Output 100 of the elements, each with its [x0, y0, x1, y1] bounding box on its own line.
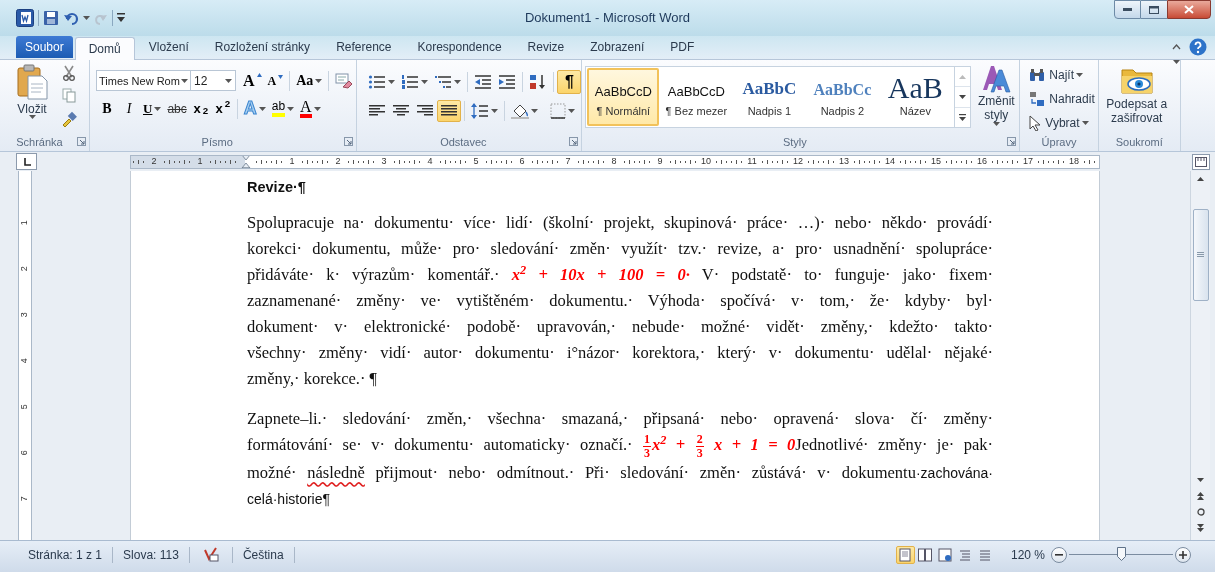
- highlight-button[interactable]: ab: [268, 97, 298, 120]
- word-count[interactable]: Slova: 113: [119, 545, 183, 564]
- caret-icon: [421, 79, 429, 84]
- font-name-field[interactable]: Times New Rom: [96, 70, 191, 92]
- sup-button[interactable]: x$^{2}$: [211, 97, 234, 120]
- page-count[interactable]: Stránka: 1 z 1: [24, 545, 107, 564]
- font-color-button[interactable]: A: [297, 97, 324, 120]
- sub-button[interactable]: x$_{2}$: [189, 97, 212, 120]
- ruler-number: 17: [1023, 155, 1033, 168]
- view-button[interactable]: [935, 545, 955, 564]
- ribbon-tab[interactable]: Revize: [515, 35, 577, 59]
- scroll-thumb[interactable]: [1192, 209, 1209, 302]
- caret-icon: [154, 106, 162, 111]
- ribbon-tab[interactable]: Domů: [74, 36, 135, 60]
- line-spacing-icon: [471, 102, 490, 119]
- change-styles-button[interactable]: Změnit styly: [973, 63, 1020, 134]
- text-run: formátování· se· v· dokumentu· automaticky· označí.·: [247, 435, 634, 455]
- multilevel-list-icon: [434, 73, 453, 90]
- group-label: Styly: [781, 134, 808, 150]
- zoom-slider-thumb[interactable]: [1117, 546, 1126, 561]
- zoom-level[interactable]: 120 %: [1008, 545, 1047, 564]
- minimize-icon: [1123, 8, 1132, 11]
- show-formatting-marks-button[interactable]: ¶: [557, 69, 582, 94]
- close-button[interactable]: [1167, 0, 1211, 19]
- font-size-field[interactable]: 12: [191, 70, 236, 92]
- dialog-launcher-icon[interactable]: [569, 137, 579, 147]
- double-down-arrow-icon: [1197, 524, 1204, 533]
- increase-indent-icon: [498, 73, 517, 90]
- help-icon[interactable]: [1189, 38, 1207, 57]
- sign-encrypt-button[interactable]: Podepsat a zašifrovat: [1100, 63, 1173, 134]
- maximize-icon: [1149, 5, 1159, 14]
- minimize-button[interactable]: [1114, 0, 1141, 19]
- caret-icon: [491, 108, 499, 113]
- circle-icon: [1196, 508, 1205, 517]
- align-left-icon: [368, 102, 387, 119]
- align-justify-button[interactable]: [437, 99, 462, 122]
- ruler-number: 11: [747, 155, 757, 168]
- style-item[interactable]: AaBbCc Nadpis 2: [806, 67, 879, 126]
- caret-icon: [1076, 72, 1084, 77]
- style-item[interactable]: AaB Název: [879, 67, 952, 126]
- word-icon[interactable]: [16, 8, 34, 27]
- view-ruler-button[interactable]: [1192, 153, 1210, 170]
- up-arrow-icon: [1197, 177, 1204, 182]
- dialog-launcher-icon[interactable]: [77, 137, 86, 147]
- bold-button[interactable]: B: [96, 97, 118, 120]
- fraction-numerator: 2: [695, 433, 704, 447]
- zoom-in-button[interactable]: [1175, 546, 1191, 563]
- select-button[interactable]: Vybrat: [1026, 111, 1098, 134]
- web-layout-icon: [938, 547, 953, 562]
- italic-button[interactable]: I: [118, 97, 140, 120]
- tab-selector-button[interactable]: [16, 153, 37, 170]
- ribbon-tab[interactable]: Vložení: [136, 35, 201, 59]
- grow-font-button[interactable]: A: [240, 69, 265, 92]
- save-icon[interactable]: [43, 9, 59, 26]
- caret-icon: [315, 78, 323, 83]
- find-button[interactable]: Najít: [1026, 63, 1098, 86]
- ribbon-tab[interactable]: Rozložení stránky: [202, 35, 323, 59]
- style-item[interactable]: AaBbC Nadpis 1: [733, 67, 806, 126]
- ribbon-tab[interactable]: PDF: [658, 35, 707, 59]
- eraser-icon: [335, 72, 354, 89]
- ruler-number: 7: [19, 495, 31, 501]
- maximize-button[interactable]: [1141, 0, 1167, 19]
- fraction-denominator: 3: [643, 446, 651, 461]
- ruler-number: 16: [977, 155, 987, 168]
- ruler-number: 12: [793, 155, 803, 168]
- dialog-launcher-icon[interactable]: [1007, 137, 1017, 147]
- caret-icon: [28, 114, 36, 119]
- customize-toolbar-icon[interactable]: [117, 13, 125, 23]
- replace-button[interactable]: Nahradit: [1026, 87, 1098, 110]
- change-case-button[interactable]: Aa: [293, 69, 326, 92]
- grip-icon: [1197, 252, 1204, 259]
- paste-button[interactable]: Vložit: [8, 61, 56, 134]
- vertical-ruler[interactable]: 1 2 3 4 5 6 7: [18, 171, 32, 541]
- text-run: ·zachována·: [915, 465, 993, 482]
- strike-button[interactable]: abc: [164, 97, 190, 120]
- view-button[interactable]: [915, 545, 935, 564]
- shrink-font-button[interactable]: A: [264, 69, 287, 92]
- style-item[interactable]: AaBbCcD ¶ Normální: [587, 67, 660, 126]
- text-run: Zapnete–li.· sledování· změn,· všechna· smazaná,· připsaná· nebo· opravená· slova· čí· změny·: [247, 409, 993, 429]
- zoom-slider[interactable]: [1069, 546, 1173, 563]
- proofing-icon[interactable]: [201, 546, 220, 563]
- ribbon-tab[interactable]: Zobrazení: [578, 35, 657, 59]
- align-center-icon: [392, 102, 411, 119]
- ruler[interactable]: 2 1 1 2 3 4 5 6 7 8 9 10 11 12 13 14 15 16 17 18: [130, 154, 1100, 169]
- file-tab[interactable]: Soubor: [16, 35, 73, 58]
- zoom-out-button[interactable]: [1051, 546, 1067, 563]
- collapse-ribbon-icon[interactable]: [1172, 44, 1181, 51]
- indent-marker-icon[interactable]: [241, 155, 251, 168]
- scrollbar[interactable]: [1190, 171, 1210, 541]
- underline-button[interactable]: U: [140, 97, 165, 120]
- minus-icon: [1055, 553, 1063, 556]
- ribbon-tab[interactable]: Reference: [324, 35, 404, 59]
- decrease-indent-icon: [474, 73, 493, 90]
- ribbon-tab[interactable]: Korespondence: [405, 35, 514, 59]
- ruler-number: 10: [701, 155, 711, 168]
- dialog-launcher-icon[interactable]: [344, 137, 354, 147]
- paintbrush-icon: [61, 110, 77, 127]
- heading: Revize·¶: [247, 178, 307, 197]
- style-item[interactable]: AaBbCcD ¶ Bez mezer: [660, 67, 733, 126]
- language-indicator[interactable]: Čeština: [238, 545, 288, 564]
